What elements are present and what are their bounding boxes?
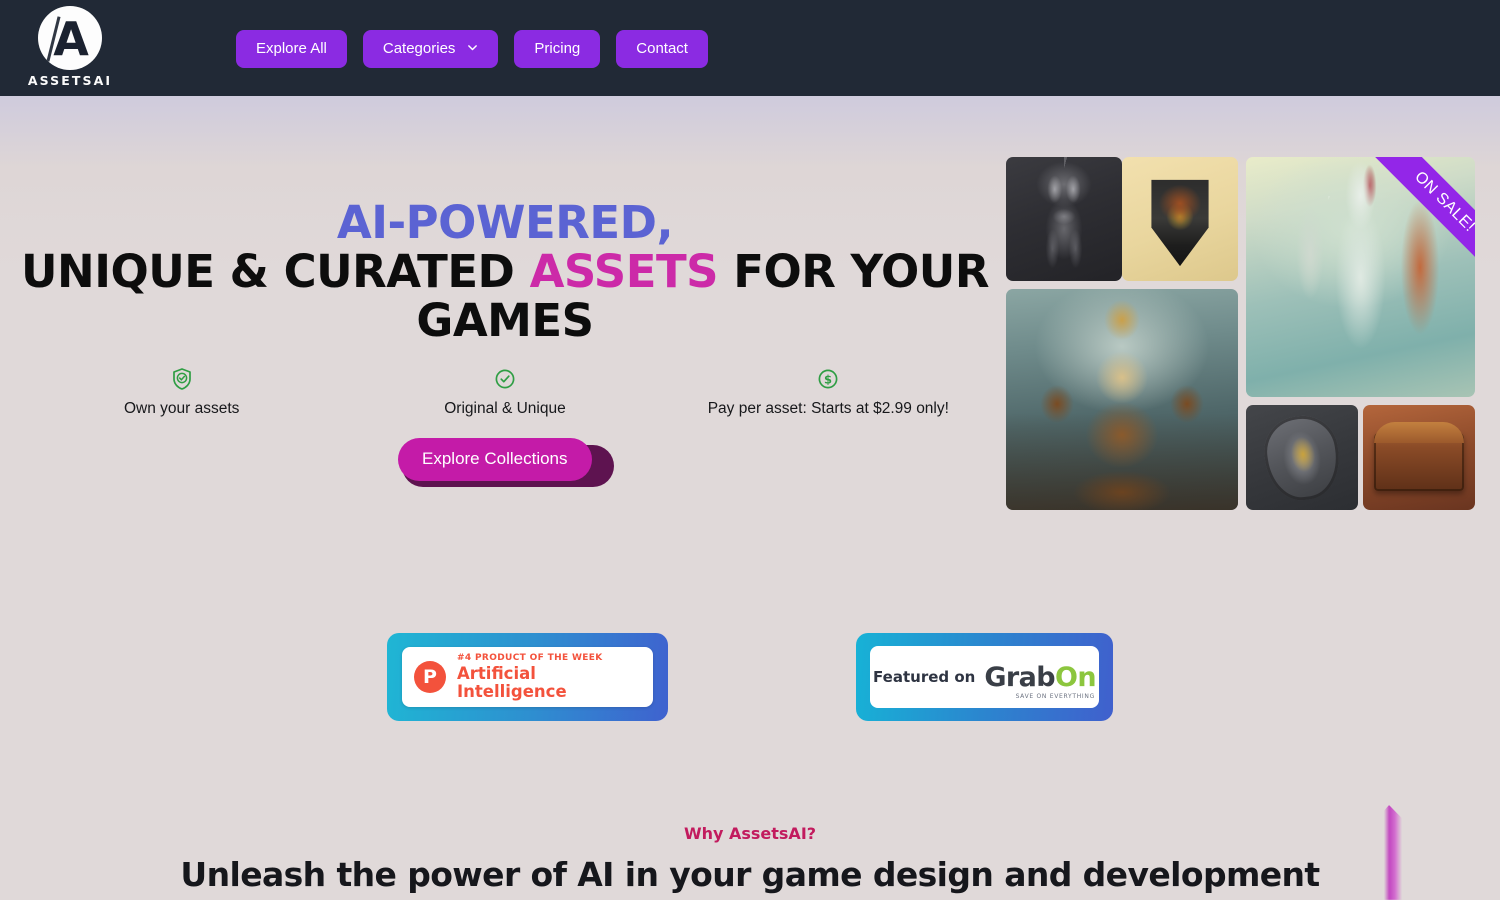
- grabon-badge[interactable]: Featured on GrabOn SAVE ON EVERYTHING: [856, 633, 1113, 721]
- headline-line-1: AI-POWERED,: [336, 196, 674, 249]
- grabon-logo-part2: On: [1054, 661, 1097, 693]
- svg-text:$: $: [824, 372, 832, 386]
- grabon-prefix: Featured on: [873, 668, 976, 686]
- headline-line-2-prefix: UNIQUE & CURATED: [21, 245, 530, 298]
- collage-tile-treasure-chest[interactable]: [1363, 405, 1475, 510]
- why-section-eyebrow: Why AssetsAI?: [683, 824, 817, 843]
- treasure-chest-image: [1363, 405, 1475, 510]
- grabon-tagline: SAVE ON EVERYTHING: [1015, 692, 1095, 700]
- logo-letter: A: [53, 12, 89, 66]
- hero-asset-collage: ON SALE!: [1006, 157, 1475, 510]
- grabon-logo: GrabOn SAVE ON EVERYTHING: [984, 661, 1097, 700]
- headline-assets-highlight: ASSETS: [529, 245, 719, 298]
- nav-item-label: Pricing: [534, 40, 581, 57]
- chevron-down-icon: [467, 42, 478, 53]
- brand-name: ASSETSAI: [27, 73, 113, 88]
- nav-pricing-button[interactable]: Pricing: [514, 30, 601, 68]
- nav-item-label: Categories: [382, 40, 456, 57]
- explore-collections-button[interactable]: Explore Collections: [398, 438, 592, 481]
- site-header: A ASSETSAI Explore All Categories Pricin…: [0, 0, 1500, 96]
- main-navigation: Explore All Categories Pricing Contact: [236, 30, 708, 68]
- nav-item-label: Explore All: [256, 40, 327, 57]
- product-hunt-badge[interactable]: P #4 PRODUCT OF THE WEEK Artificial Inte…: [387, 633, 668, 721]
- nav-item-label: Contact: [636, 40, 688, 57]
- round-shield-image: [1246, 405, 1358, 510]
- nav-explore-all-button[interactable]: Explore All: [236, 30, 347, 68]
- golem-boss-image: [1006, 289, 1238, 510]
- assetsai-logo-icon: A: [38, 6, 102, 70]
- feature-label: Pay per asset: Starts at $2.99 only!: [707, 400, 949, 417]
- hero-headline: AI-POWERED, UNIQUE & CURATED ASSETS FOR …: [20, 198, 990, 345]
- product-hunt-category: Artificial Intelligence: [457, 663, 567, 701]
- heraldic-crest-image: [1122, 157, 1238, 281]
- collage-tile-knight-armor[interactable]: [1006, 157, 1122, 281]
- grabon-logo-part1: Grab: [984, 661, 1055, 693]
- grabon-badge-inner: Featured on GrabOn SAVE ON EVERYTHING: [870, 646, 1099, 708]
- feature-pay-per-asset: $ Pay per asset: Starts at $2.99 only!: [667, 366, 990, 418]
- why-section-title: Unleash the power of AI in your game des…: [180, 855, 1320, 894]
- feature-label: Own your assets: [123, 400, 240, 417]
- brand-logo[interactable]: A ASSETSAI: [28, 6, 112, 88]
- nav-contact-button[interactable]: Contact: [616, 30, 708, 68]
- collage-tile-heraldic-crest[interactable]: [1122, 157, 1238, 281]
- knight-armor-image: [1006, 157, 1122, 281]
- jade-mage-image: [1246, 157, 1475, 397]
- feature-own-your-assets: Own your assets: [20, 366, 343, 418]
- circle-check-icon: [343, 366, 666, 392]
- hero-cta-wrapper: Explore Collections: [398, 438, 614, 487]
- product-hunt-text-block: #4 PRODUCT OF THE WEEK Artificial Intell…: [457, 653, 641, 701]
- dollar-circle-icon: $: [667, 366, 990, 392]
- collage-tile-jade-mage[interactable]: ON SALE!: [1246, 157, 1475, 397]
- shield-check-icon: [20, 366, 343, 392]
- collage-tile-round-shield[interactable]: [1246, 405, 1358, 510]
- nav-categories-button[interactable]: Categories: [362, 30, 499, 68]
- feature-label: Original & Unique: [444, 400, 566, 417]
- product-hunt-badge-inner: P #4 PRODUCT OF THE WEEK Artificial Inte…: [402, 647, 653, 707]
- headline-line-3: GAMES: [416, 294, 594, 347]
- hero-feature-list: Own your assets Original & Unique $ Pay …: [20, 366, 990, 418]
- feature-original-unique: Original & Unique: [343, 366, 666, 418]
- product-hunt-rank: #4 PRODUCT OF THE WEEK: [457, 652, 603, 663]
- headline-line-2-suffix: FOR YOUR: [718, 245, 989, 298]
- collage-tile-golem-boss[interactable]: [1006, 289, 1238, 510]
- product-hunt-icon: P: [414, 661, 446, 693]
